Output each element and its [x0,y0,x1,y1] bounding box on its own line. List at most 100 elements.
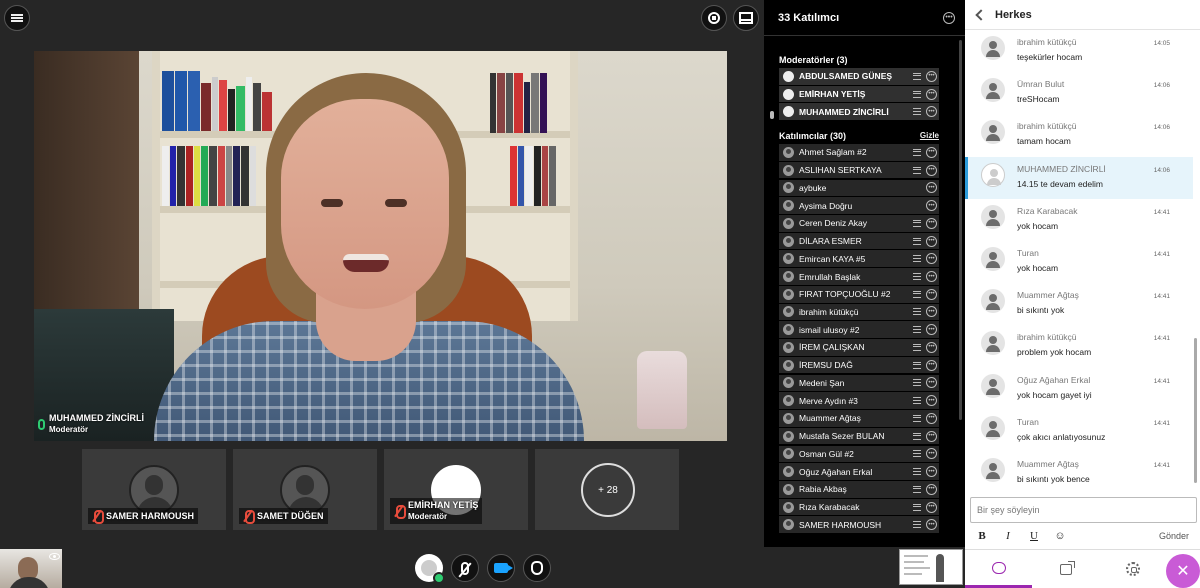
list-icon[interactable] [913,273,921,280]
attendee-row[interactable]: Muammer Ağtaş ••• [779,410,939,428]
hide-attendees-link[interactable]: Gizle [920,131,939,140]
more-options-icon[interactable]: ••• [926,519,937,531]
list-icon[interactable] [913,90,921,98]
raise-hand-button[interactable] [523,554,551,582]
tab-share-content[interactable] [1032,550,1099,588]
attendee-row[interactable]: Emircan KAYA #5 ••• [779,250,939,269]
camera-toggle-button[interactable] [487,554,515,582]
list-icon[interactable] [913,219,921,227]
list-icon[interactable] [913,343,921,351]
tab-chat[interactable] [965,550,1032,588]
list-icon[interactable] [913,432,921,440]
list-icon[interactable] [913,326,921,334]
attendee-row[interactable]: Oğuz Ağahan Erkal ••• [779,463,939,481]
attendee-row[interactable]: Osman Gül #2 ••• [779,445,939,464]
attendee-row[interactable]: Merve Aydın #3 ••• [779,392,939,410]
participant-tile[interactable]: EMİRHAN YETİŞ Moderatör [384,449,528,530]
list-icon[interactable] [913,521,921,529]
participant-tile[interactable]: SAMER HARMOUSH [82,449,226,530]
chevron-left-icon[interactable] [975,8,987,21]
more-options-icon[interactable]: ••• [926,217,937,229]
more-options-icon[interactable]: ••• [926,271,937,282]
attendee-row[interactable]: Mustafa Sezer BULAN ••• [779,427,939,446]
list-icon[interactable] [913,397,921,405]
list-icon[interactable] [913,379,921,387]
shared-content-thumbnail[interactable] [899,549,963,585]
more-options-icon[interactable]: ••• [926,164,937,176]
record-button[interactable] [701,5,727,31]
moderator-row[interactable]: EMİRHAN YETİŞ ••• [779,85,939,104]
attendee-row[interactable]: Rabia Akbaş ••• [779,481,939,499]
attendee-row[interactable]: Emrullah Başlak ••• [779,268,939,286]
attendee-row[interactable]: Rıza Karabacak ••• [779,498,939,517]
attendee-row[interactable]: İREMSU DAĞ ••• [779,356,939,375]
more-options-icon[interactable]: ••• [926,395,937,407]
attendee-row[interactable]: Aysima Doğru ••• [779,197,939,215]
more-options-icon[interactable]: ••• [926,501,937,513]
more-options-icon[interactable]: ••• [926,288,937,300]
underline-button[interactable]: U [1027,530,1041,542]
bold-button[interactable]: B [975,530,989,542]
more-options-icon[interactable]: ••• [926,200,937,212]
list-icon[interactable] [913,361,921,369]
more-options-icon[interactable]: ••• [926,253,937,265]
moderator-row[interactable]: MUHAMMED ZİNCİRLİ ••• [779,103,939,122]
microphone-toggle-button[interactable] [451,554,479,582]
more-options-icon[interactable]: ••• [926,146,937,158]
list-icon[interactable] [913,148,921,156]
more-options-icon[interactable]: ••• [926,466,937,478]
more-options-icon[interactable]: ••• [943,11,955,24]
attendee-row[interactable]: İREM ÇALIŞKAN ••• [779,339,939,357]
participants-scrollbar[interactable] [959,40,962,420]
list-icon[interactable] [913,308,921,316]
layout-toggle-button[interactable] [733,5,759,31]
tab-settings[interactable] [1099,550,1166,588]
more-options-icon[interactable]: ••• [926,412,937,424]
menu-button[interactable] [4,5,30,31]
attendee-row[interactable]: Medeni Şan ••• [779,374,939,393]
more-options-icon[interactable]: ••• [926,483,937,495]
more-participants-tile[interactable]: + 28 [535,449,679,530]
list-icon[interactable] [913,503,921,511]
more-options-icon[interactable]: ••• [926,430,937,442]
list-icon[interactable] [913,166,921,174]
list-icon[interactable] [913,255,921,263]
more-options-icon[interactable]: ••• [926,88,937,100]
attendee-row[interactable]: FIRAT TOPÇUOĞLU #2 ••• [779,285,939,304]
status-button[interactable] [415,554,445,584]
more-options-icon[interactable]: ••• [926,377,937,389]
close-panel-button[interactable]: ✕ [1166,554,1200,588]
list-icon[interactable] [913,468,921,476]
eye-icon[interactable] [49,553,60,560]
more-options-icon[interactable]: ••• [926,324,937,336]
list-icon[interactable] [913,450,921,458]
list-icon[interactable] [913,237,921,245]
list-icon[interactable] [913,290,921,298]
more-options-icon[interactable]: ••• [926,306,937,318]
list-icon[interactable] [913,414,921,422]
list-icon[interactable] [913,108,921,116]
participant-tile[interactable]: SAMET DÜĞEN [233,449,377,530]
chat-input[interactable] [970,497,1197,523]
more-options-icon[interactable]: ••• [926,341,937,353]
attendee-row[interactable]: DİLARA ESMER ••• [779,232,939,251]
emoji-button[interactable]: ☺ [1053,530,1067,542]
attendee-row[interactable]: Ceren Deniz Akay ••• [779,215,939,233]
chat-scrollbar[interactable] [1194,338,1197,483]
more-options-icon[interactable]: ••• [926,448,937,460]
more-options-icon[interactable]: ••• [926,359,937,371]
attendee-row[interactable]: aybuke ••• [779,179,939,198]
more-options-icon[interactable]: ••• [926,106,937,118]
more-options-icon[interactable]: ••• [926,235,937,247]
moderator-row[interactable]: ABDULSAMED GÜNEŞ ••• [779,68,939,86]
more-options-icon[interactable]: ••• [926,70,937,82]
send-button[interactable]: Gönder [1159,531,1195,541]
italic-button[interactable]: I [1001,530,1015,542]
list-icon[interactable] [913,485,921,493]
attendee-row[interactable]: ASLIHAN SERTKAYA ••• [779,161,939,180]
attendee-row[interactable]: ibrahim kütükçü ••• [779,303,939,322]
attendee-row[interactable]: ismail ulusoy #2 ••• [779,321,939,339]
more-options-icon[interactable]: ••• [926,182,937,194]
attendee-row[interactable]: SAMER HARMOUSH ••• [779,516,939,535]
list-icon[interactable] [913,72,921,80]
